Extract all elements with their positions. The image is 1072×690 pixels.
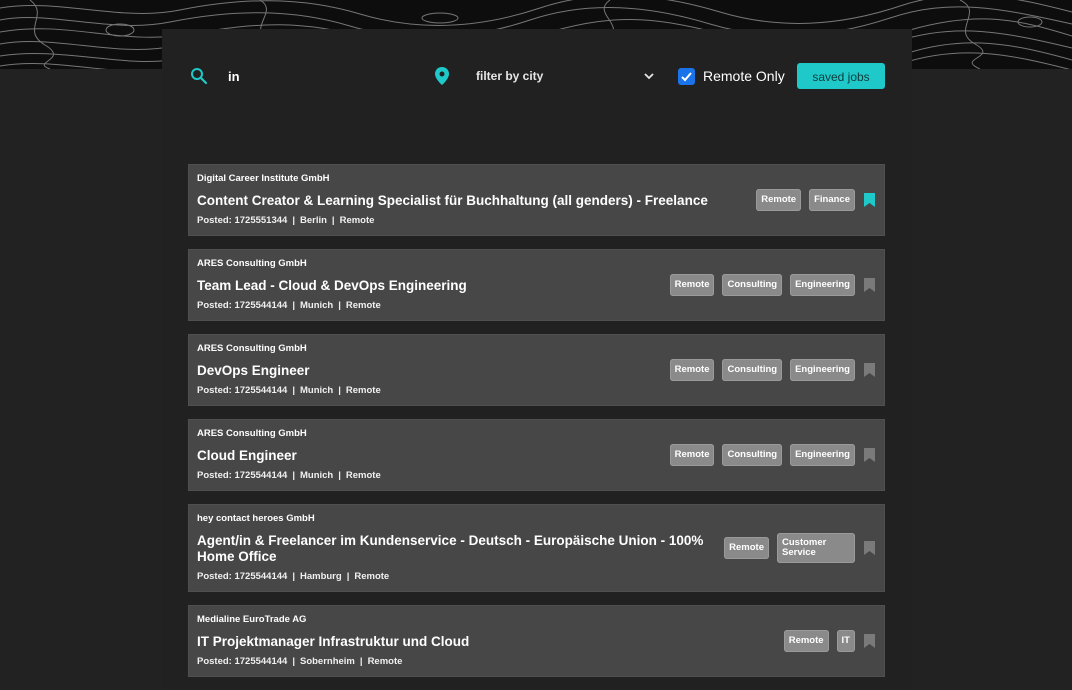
- job-work-mode: Remote: [345, 300, 381, 311]
- job-tag: Remote: [724, 537, 769, 559]
- job-work-mode: Remote: [339, 215, 375, 226]
- job-meta: Posted: 1725551344 | Berlin | Remote: [197, 215, 375, 226]
- job-meta: Posted: 1725544144 | Munich | Remote: [197, 385, 381, 396]
- saved-jobs-button[interactable]: saved jobs: [797, 63, 885, 89]
- job-list: Digital Career Institute GmbH Content Cr…: [188, 164, 885, 690]
- remote-only-label: Remote Only: [703, 68, 785, 84]
- job-work-mode: Remote: [367, 656, 403, 667]
- job-tag: Consulting: [722, 359, 783, 381]
- city-filter-select[interactable]: filter by city: [467, 65, 657, 87]
- main-panel: filter by city Remote Only saved jobs Di…: [162, 29, 912, 689]
- bookmark-icon[interactable]: [864, 363, 875, 377]
- job-card[interactable]: ARES Consulting GmbH DevOps Engineer Pos…: [188, 334, 885, 406]
- job-tags: Remote Finance: [756, 189, 855, 211]
- job-work-mode: Remote: [354, 571, 390, 582]
- job-tags: Remote Consulting Engineering: [669, 274, 855, 296]
- company-name: Medialine EuroTrade AG: [197, 614, 307, 625]
- company-name: hey contact heroes GmbH: [197, 513, 315, 524]
- posted-date: Posted: 1725544144: [197, 300, 288, 311]
- posted-date: Posted: 1725544144: [197, 385, 288, 396]
- job-meta: Posted: 1725544144 | Sobernheim | Remote: [197, 656, 403, 667]
- job-tag: Remote: [669, 444, 715, 466]
- company-name: ARES Consulting GmbH: [197, 343, 307, 354]
- job-tags: Remote Consulting Engineering: [669, 359, 855, 381]
- job-tag: Remote: [756, 189, 802, 211]
- job-card[interactable]: Digital Career Institute GmbH Content Cr…: [188, 164, 885, 236]
- job-city: Munich: [299, 300, 334, 311]
- posted-date: Posted: 1725544144: [197, 656, 288, 667]
- chevron-down-icon: [644, 73, 654, 80]
- job-info: ARES Consulting GmbH Cloud Engineer Post…: [197, 428, 660, 482]
- job-city: Munich: [299, 470, 334, 481]
- job-card[interactable]: hey contact heroes GmbH Agent/in & Freel…: [188, 504, 885, 592]
- job-meta: Posted: 1725544144 | Hamburg | Remote: [197, 571, 390, 582]
- job-city: Munich: [299, 385, 334, 396]
- company-name: Digital Career Institute GmbH: [197, 173, 330, 184]
- job-work-mode: Remote: [345, 470, 381, 481]
- job-title[interactable]: Team Lead - Cloud & DevOps Engineering: [197, 278, 660, 294]
- job-tag: Remote: [669, 359, 715, 381]
- company-name: ARES Consulting GmbH: [197, 258, 307, 269]
- job-info: Digital Career Institute GmbH Content Cr…: [197, 173, 746, 227]
- job-tag: Customer Service: [777, 533, 855, 563]
- bookmark-icon[interactable]: [864, 634, 875, 648]
- job-city: Berlin: [299, 215, 327, 226]
- bookmark-filled-icon[interactable]: [864, 193, 875, 207]
- job-tag: Consulting: [722, 274, 783, 296]
- job-tags: Remote Consulting Engineering: [669, 444, 855, 466]
- job-meta: Posted: 1725544144 | Munich | Remote: [197, 300, 381, 311]
- company-name: ARES Consulting GmbH: [197, 428, 307, 439]
- city-filter-label: filter by city: [476, 69, 544, 83]
- job-info: Medialine EuroTrade AG IT Projektmanager…: [197, 614, 774, 668]
- job-city: Sobernheim: [299, 656, 355, 667]
- search-bar: filter by city Remote Only saved jobs: [162, 29, 912, 124]
- bookmark-icon[interactable]: [864, 278, 875, 292]
- bookmark-icon[interactable]: [864, 448, 875, 462]
- job-tag: Engineering: [790, 359, 855, 381]
- job-tag: Remote: [783, 630, 829, 652]
- posted-date: Posted: 1725544144: [197, 571, 288, 582]
- job-title[interactable]: Cloud Engineer: [197, 448, 660, 464]
- job-title[interactable]: DevOps Engineer: [197, 363, 660, 379]
- job-info: hey contact heroes GmbH Agent/in & Freel…: [197, 513, 714, 583]
- job-card[interactable]: Medialine EuroTrade AG IT Projektmanager…: [188, 605, 885, 677]
- job-tag: Remote: [669, 274, 715, 296]
- job-tag: Consulting: [722, 444, 783, 466]
- job-card[interactable]: ARES Consulting GmbH Cloud Engineer Post…: [188, 419, 885, 491]
- job-info: ARES Consulting GmbH Team Lead - Cloud &…: [197, 258, 660, 312]
- job-city: Hamburg: [299, 571, 342, 582]
- posted-date: Posted: 1725551344: [197, 215, 288, 226]
- job-tag: Engineering: [790, 274, 855, 296]
- checkmark-icon: [681, 72, 692, 82]
- job-tag: IT: [836, 630, 855, 652]
- remote-only-checkbox[interactable]: [678, 68, 695, 85]
- job-tags: Remote Customer Service: [724, 533, 855, 563]
- job-tag: Finance: [809, 189, 855, 211]
- job-info: ARES Consulting GmbH DevOps Engineer Pos…: [197, 343, 660, 397]
- location-pin-icon: [435, 67, 449, 85]
- job-title[interactable]: Agent/in & Freelancer im Kundenservice -…: [197, 533, 714, 565]
- job-work-mode: Remote: [345, 385, 381, 396]
- job-meta: Posted: 1725544144 | Munich | Remote: [197, 470, 381, 481]
- bookmark-icon[interactable]: [864, 541, 875, 555]
- job-title[interactable]: IT Projektmanager Infrastruktur und Clou…: [197, 634, 774, 650]
- posted-date: Posted: 1725544144: [197, 470, 288, 481]
- search-input[interactable]: [218, 65, 418, 87]
- job-tag: Engineering: [790, 444, 855, 466]
- job-tags: Remote IT: [783, 630, 855, 652]
- job-title[interactable]: Content Creator & Learning Specialist fü…: [197, 193, 746, 209]
- job-card[interactable]: ARES Consulting GmbH Team Lead - Cloud &…: [188, 249, 885, 321]
- search-icon: [191, 68, 208, 85]
